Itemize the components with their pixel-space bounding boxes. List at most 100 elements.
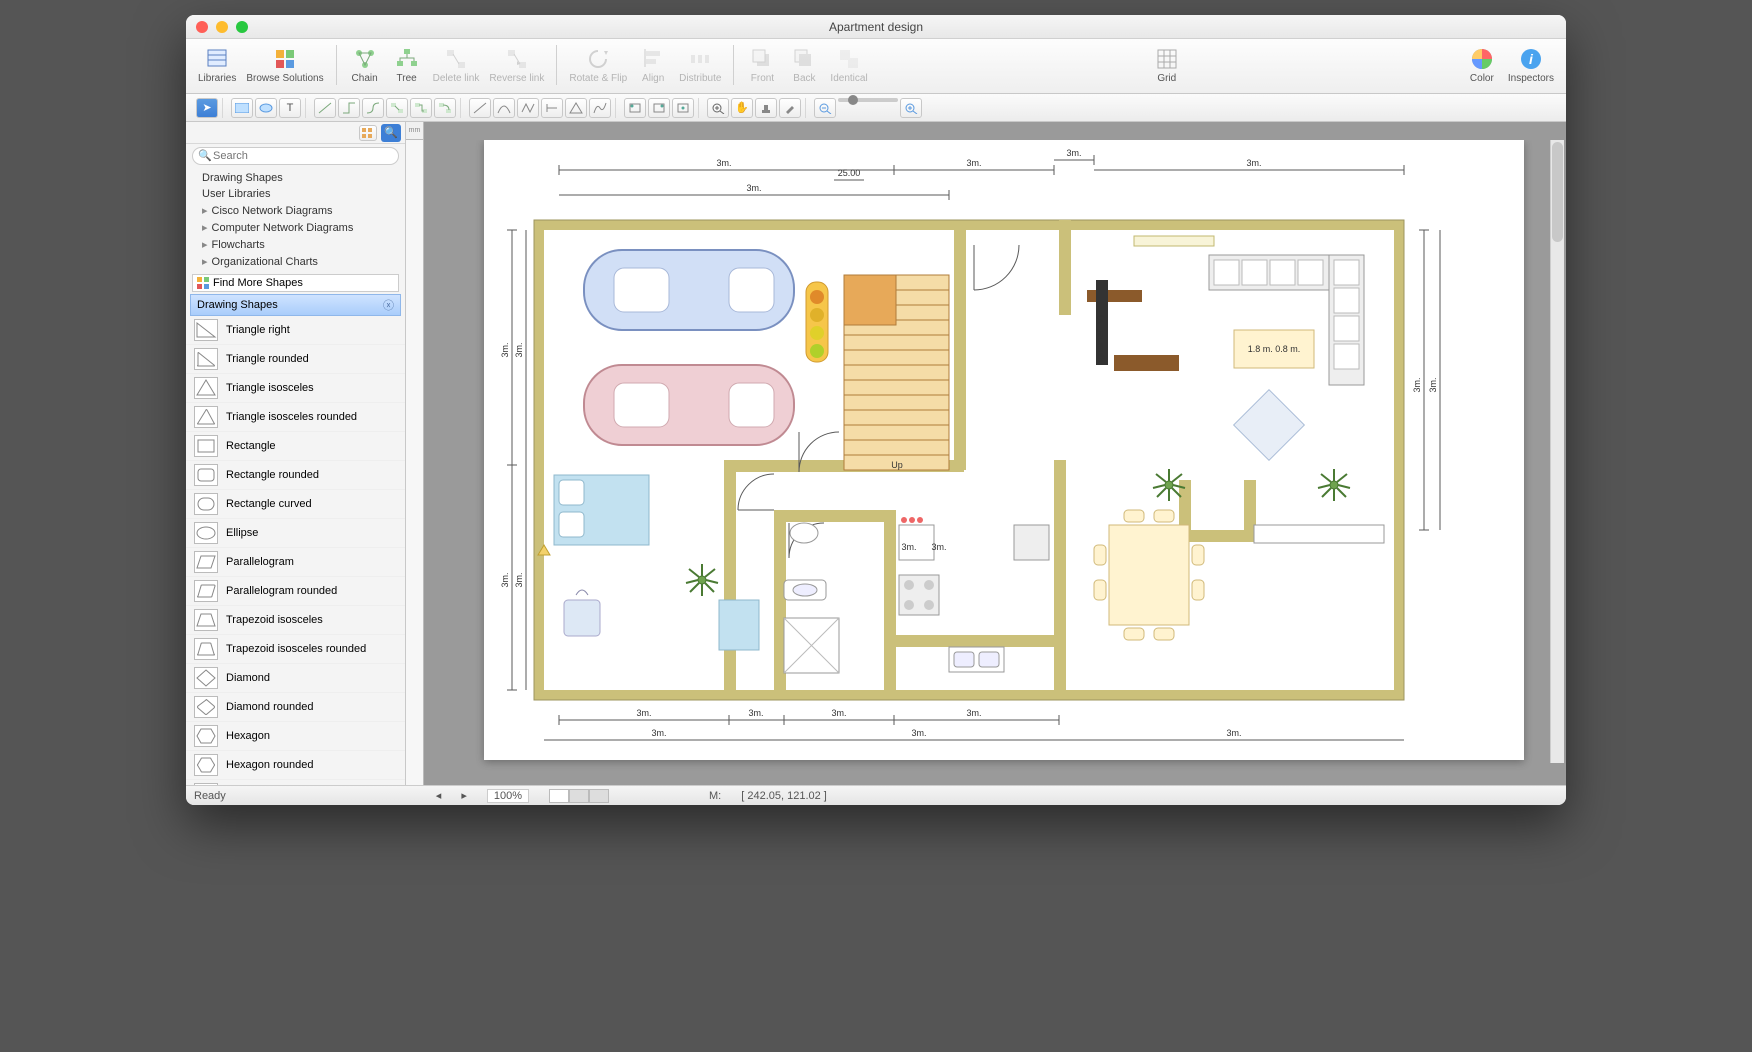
shape-item[interactable]: Diamond rounded bbox=[186, 693, 405, 722]
close-icon[interactable]: ⓧ bbox=[383, 297, 394, 313]
tree-item[interactable]: Drawing Shapes bbox=[192, 170, 399, 186]
shape-icon bbox=[194, 348, 218, 370]
line-tool[interactable] bbox=[469, 98, 491, 118]
zoom-value[interactable]: 100% bbox=[487, 789, 529, 803]
edit-tool-3[interactable] bbox=[672, 98, 694, 118]
shape-item[interactable]: Parallelogram rounded bbox=[186, 577, 405, 606]
shape-item[interactable]: Rectangle rounded bbox=[186, 461, 405, 490]
shape-icon bbox=[194, 696, 218, 718]
search-input-wrap: 🔍 bbox=[192, 147, 399, 165]
connector-4[interactable] bbox=[386, 98, 408, 118]
svg-text:3m.: 3m. bbox=[514, 572, 524, 587]
libraries-button[interactable]: Libraries bbox=[194, 43, 240, 86]
polyline-tool[interactable] bbox=[517, 98, 539, 118]
window-title: Apartment design bbox=[186, 20, 1566, 34]
curve-tool[interactable] bbox=[493, 98, 515, 118]
shape-item[interactable]: Hexagon bbox=[186, 722, 405, 751]
zoom-out[interactable] bbox=[814, 98, 836, 118]
page-tabs[interactable] bbox=[549, 789, 609, 803]
rotate-flip-button[interactable]: Rotate & Flip bbox=[565, 43, 631, 86]
shape-item[interactable]: Hexagon rounded bbox=[186, 751, 405, 780]
pen-tool-3[interactable] bbox=[589, 98, 611, 118]
ellipse-tool[interactable] bbox=[255, 98, 277, 118]
shape-label: Trapezoid isosceles bbox=[226, 614, 323, 626]
connector-6[interactable] bbox=[434, 98, 456, 118]
page-nav-next[interactable]: ▸ bbox=[461, 789, 467, 802]
shape-label: Parallelogram rounded bbox=[226, 585, 337, 597]
chain-button[interactable]: Chain bbox=[345, 43, 385, 86]
search-input[interactable] bbox=[192, 147, 399, 165]
shape-item[interactable]: Trapezoid isosceles rounded bbox=[186, 635, 405, 664]
tree-button[interactable]: Tree bbox=[387, 43, 427, 86]
hand-tool[interactable]: ✋ bbox=[731, 98, 753, 118]
shape-item[interactable]: Rectangle bbox=[186, 432, 405, 461]
canvas-area: mm |20||40||60||80||100||120||140||160||… bbox=[406, 122, 1566, 785]
color-button[interactable]: Color bbox=[1462, 43, 1502, 86]
shape-item[interactable]: Rectangle curved bbox=[186, 490, 405, 519]
status-ready: Ready bbox=[194, 790, 226, 802]
pointer-tool[interactable]: ➤ bbox=[196, 98, 218, 118]
shape-label: Rectangle curved bbox=[226, 498, 312, 510]
shape-label: Hexagon rounded bbox=[226, 759, 313, 771]
zoom-in-tool[interactable] bbox=[707, 98, 729, 118]
shapes-icon bbox=[197, 277, 209, 289]
align-button[interactable]: Align bbox=[633, 43, 673, 86]
distribute-button[interactable]: Distribute bbox=[675, 43, 725, 86]
shape-item[interactable]: Parallelogram bbox=[186, 548, 405, 577]
eyedrop-tool[interactable] bbox=[779, 98, 801, 118]
identical-button[interactable]: Identical bbox=[826, 43, 871, 86]
zoom-slider[interactable] bbox=[838, 98, 898, 102]
rect-tool[interactable] bbox=[231, 98, 253, 118]
tree-item[interactable]: User Libraries bbox=[192, 186, 399, 202]
svg-text:3m.: 3m. bbox=[1066, 148, 1081, 158]
shape-icon bbox=[194, 580, 218, 602]
pen-tool-2[interactable] bbox=[565, 98, 587, 118]
find-more-shapes[interactable]: Find More Shapes bbox=[192, 274, 399, 292]
edit-tool-1[interactable] bbox=[624, 98, 646, 118]
svg-text:3m.: 3m. bbox=[716, 158, 731, 168]
connector-3[interactable] bbox=[362, 98, 384, 118]
shape-item[interactable]: Diamond bbox=[186, 664, 405, 693]
view-icons[interactable] bbox=[359, 125, 377, 141]
status-bar: Ready ◂ ▸ 100% M: [ 242.05, 121.02 ] bbox=[186, 785, 1566, 805]
svg-text:3m.: 3m. bbox=[1412, 377, 1422, 392]
scrollbar-vertical[interactable] bbox=[1550, 140, 1564, 763]
shape-item[interactable]: Triangle right bbox=[186, 316, 405, 345]
shape-item[interactable]: Triangle rounded bbox=[186, 345, 405, 374]
text-tool[interactable]: T bbox=[279, 98, 301, 118]
pen-tool-1[interactable] bbox=[541, 98, 563, 118]
section-header[interactable]: Drawing Shapes ⓧ bbox=[190, 294, 401, 316]
search-toggle[interactable]: 🔍 bbox=[381, 124, 401, 142]
drawing-page[interactable]: Up bbox=[484, 140, 1524, 760]
back-button[interactable]: Back bbox=[784, 43, 824, 86]
edit-tool-2[interactable] bbox=[648, 98, 670, 118]
svg-text:Up: Up bbox=[891, 460, 903, 470]
sub-toolbar: ➤ T ✋ bbox=[186, 94, 1566, 122]
page-nav-prev[interactable]: ◂ bbox=[436, 789, 442, 802]
svg-text:3m.: 3m. bbox=[1226, 728, 1241, 738]
connector-1[interactable] bbox=[314, 98, 336, 118]
shape-item[interactable]: Triangle isosceles rounded bbox=[186, 403, 405, 432]
connector-5[interactable] bbox=[410, 98, 432, 118]
shape-item[interactable]: Trapezoid isosceles bbox=[186, 606, 405, 635]
stamp-tool[interactable] bbox=[755, 98, 777, 118]
grid-button[interactable]: Grid bbox=[1147, 43, 1187, 86]
front-button[interactable]: Front bbox=[742, 43, 782, 86]
connector-2[interactable] bbox=[338, 98, 360, 118]
reverse-link-button[interactable]: Reverse link bbox=[485, 43, 548, 86]
canvas-scroll[interactable]: Up bbox=[424, 140, 1566, 785]
zoom-in[interactable] bbox=[900, 98, 922, 118]
tree-item[interactable]: ▸Computer Network Diagrams bbox=[192, 219, 399, 236]
tree-item[interactable]: ▸Cisco Network Diagrams bbox=[192, 202, 399, 219]
tree-item[interactable]: ▸Organizational Charts bbox=[192, 253, 399, 270]
delete-link-button[interactable]: Delete link bbox=[429, 43, 484, 86]
search-icon: 🔍 bbox=[198, 149, 212, 162]
app-window: Apartment design Libraries Browse Soluti… bbox=[186, 15, 1566, 805]
svg-text:3m.: 3m. bbox=[746, 183, 761, 193]
shape-item[interactable]: Triangle isosceles bbox=[186, 374, 405, 403]
browse-solutions-button[interactable]: Browse Solutions bbox=[242, 43, 327, 86]
tree-item[interactable]: ▸Flowcharts bbox=[192, 236, 399, 253]
shape-item[interactable]: Ellipse bbox=[186, 519, 405, 548]
floor-plan[interactable]: Up bbox=[484, 140, 1524, 760]
inspectors-button[interactable]: i Inspectors bbox=[1504, 43, 1558, 86]
